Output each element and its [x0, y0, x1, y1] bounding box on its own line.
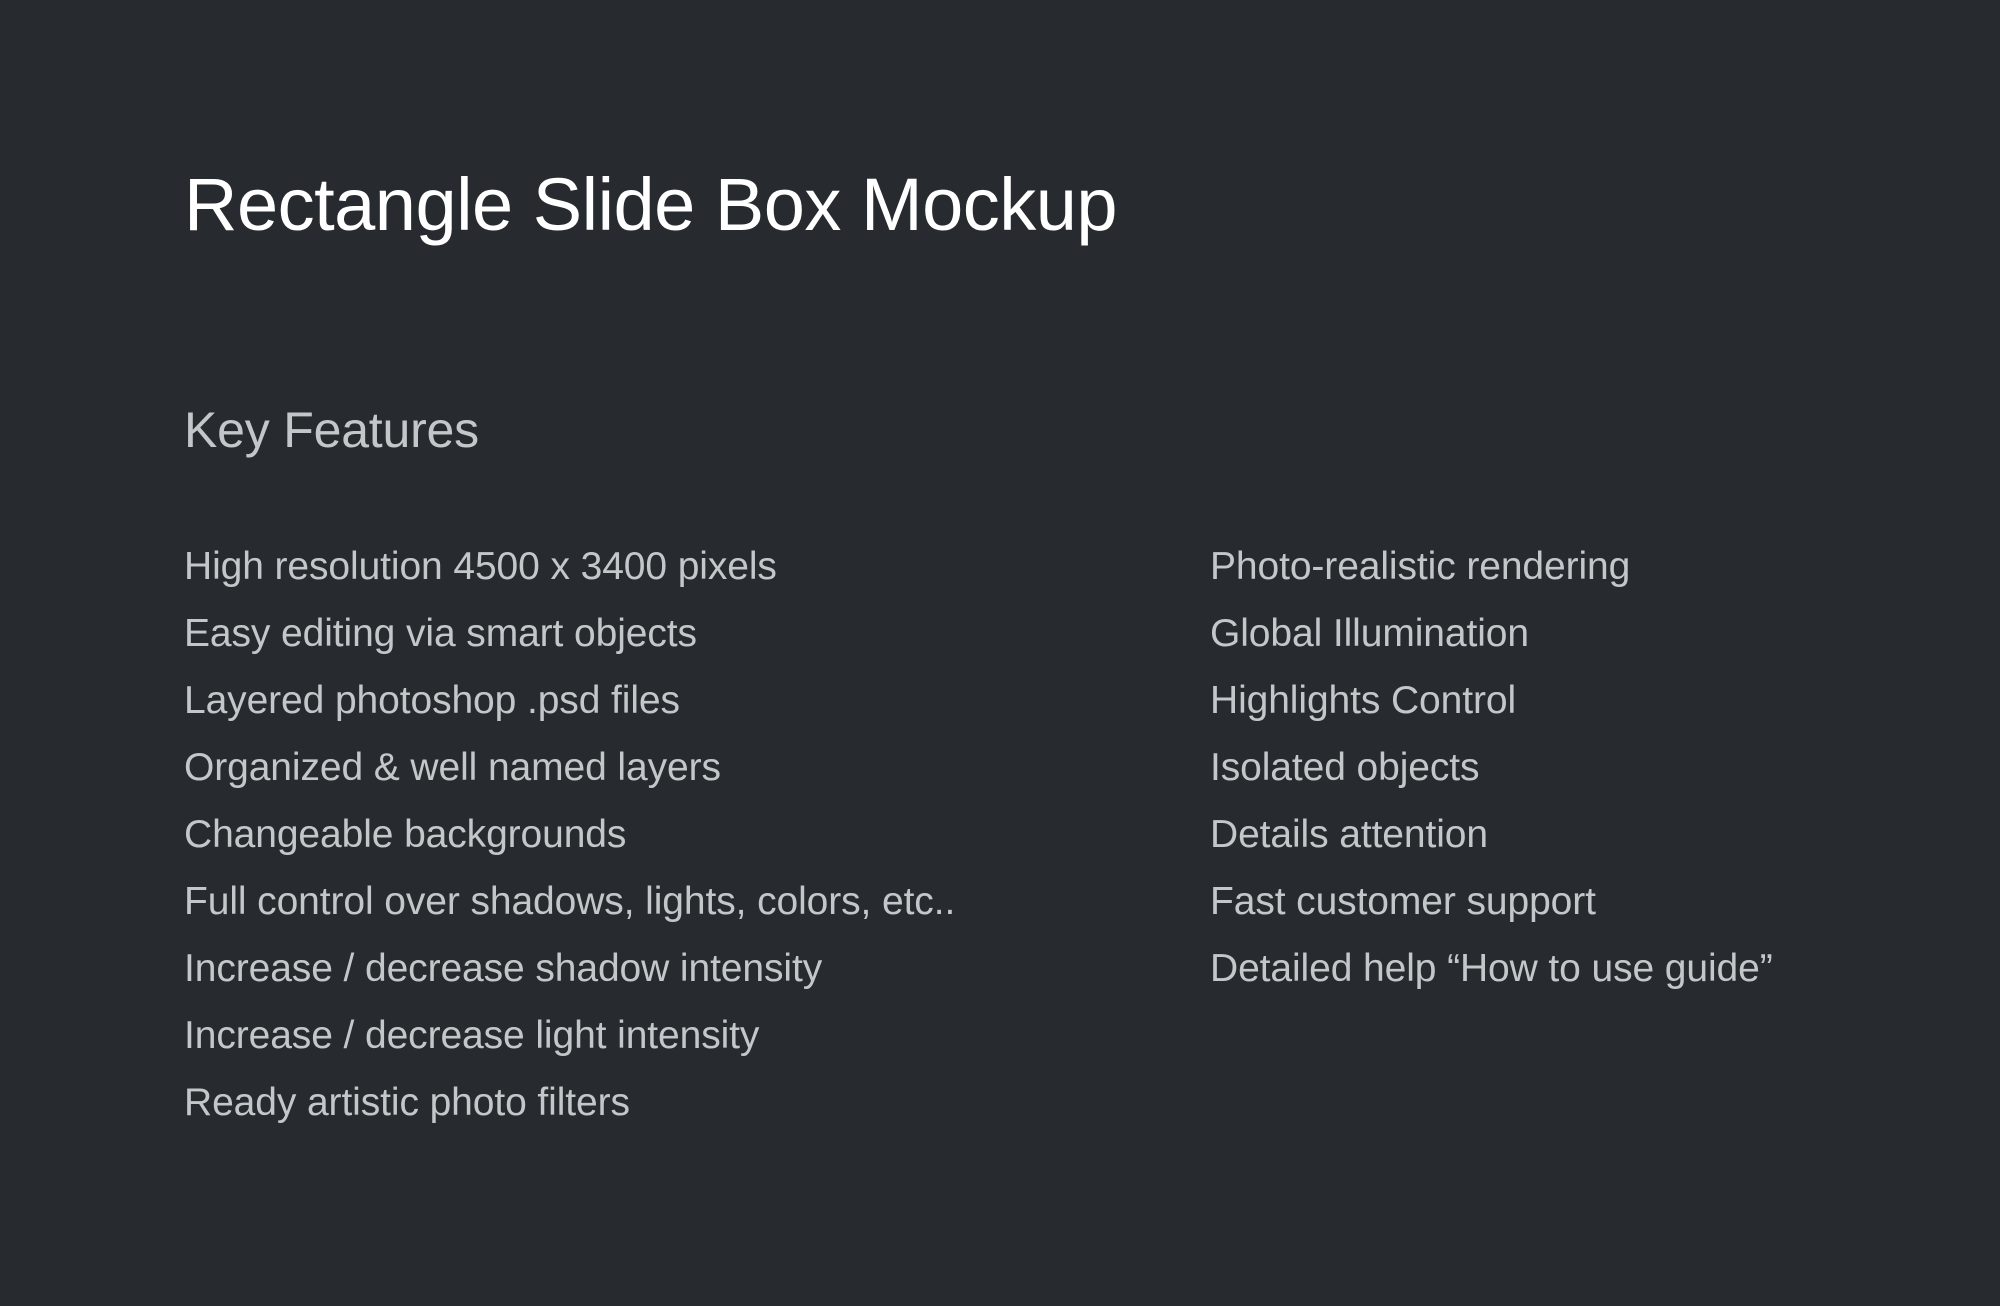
- list-item: Photo-realistic rendering: [1210, 545, 1631, 588]
- feature-list-right: Photo-realistic rendering Global Illumin…: [1210, 533, 1773, 1002]
- slide-content: Rectangle Slide Box Mockup Key Features …: [184, 0, 2000, 1306]
- list-item: Fast customer support: [1210, 880, 1596, 923]
- list-item: Changeable backgrounds: [184, 813, 627, 856]
- feature-list-left: High resolution 4500 x 3400 pixels Easy …: [184, 533, 955, 1136]
- key-features-heading: Key Features: [184, 402, 479, 458]
- list-item: Full control over shadows, lights, color…: [184, 880, 956, 923]
- slide-canvas: Rectangle Slide Box Mockup Key Features …: [0, 0, 2000, 1306]
- list-item: Increase / decrease shadow intensity: [184, 947, 823, 990]
- list-item: Global Illumination: [1210, 612, 1529, 655]
- list-item: High resolution 4500 x 3400 pixels: [184, 545, 777, 588]
- page-title: Rectangle Slide Box Mockup: [184, 163, 1118, 246]
- list-item: Organized & well named layers: [184, 746, 721, 789]
- list-item: Increase / decrease light intensity: [184, 1014, 760, 1057]
- list-item: Isolated objects: [1210, 746, 1480, 789]
- list-item: Detailed help “How to use guide”: [1210, 947, 1773, 990]
- list-item: Highlights Control: [1210, 679, 1517, 722]
- list-item: Layered photoshop .psd files: [184, 679, 680, 722]
- list-item: Details attention: [1210, 813, 1488, 856]
- list-item: Ready artistic photo filters: [184, 1081, 630, 1124]
- list-item: Easy editing via smart objects: [184, 612, 697, 655]
